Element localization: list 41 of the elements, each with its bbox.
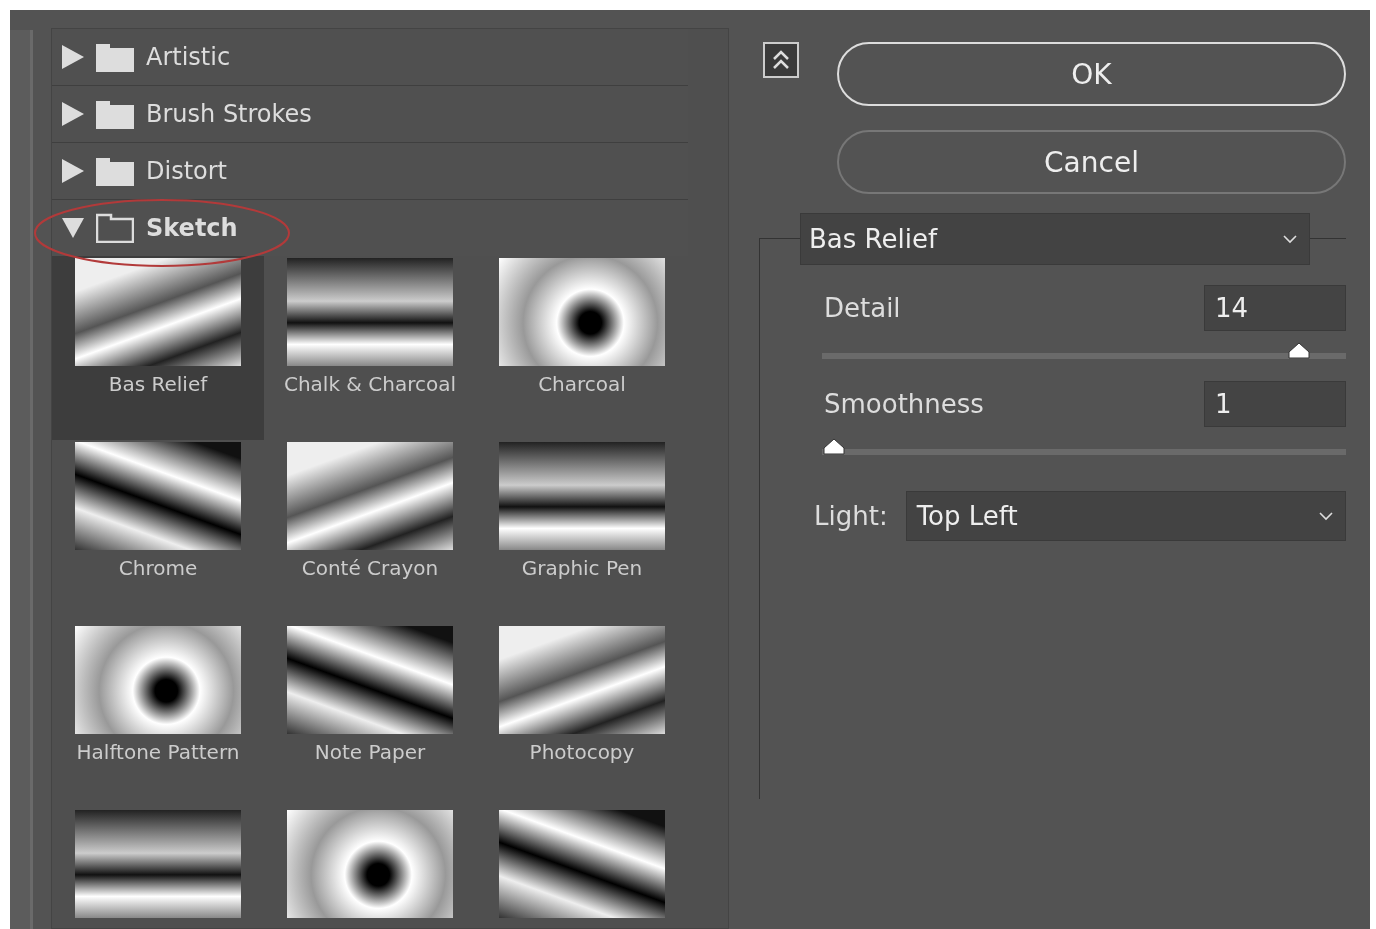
triangle-down-icon [62, 216, 84, 240]
triangle-right-icon [62, 45, 84, 69]
light-label: Light: [814, 501, 888, 531]
light-dropdown[interactable]: Top Left [905, 491, 1346, 541]
filter-label: Chalk & Charcoal [283, 372, 457, 396]
filter-label: Graphic Pen [521, 556, 643, 580]
triangle-right-icon [62, 102, 84, 126]
chevron-down-icon [1283, 234, 1297, 244]
folder-icon [96, 213, 134, 243]
filter-thumbnail-item[interactable]: Conté Crayon [264, 440, 476, 624]
filter-label: Charcoal [538, 372, 626, 396]
filter-thumbnail-item[interactable]: Chrome [52, 440, 264, 624]
ok-button[interactable]: OK [837, 42, 1346, 106]
filter-label: Chrome [118, 556, 198, 580]
filter-label: Bas Relief [108, 372, 208, 396]
collapse-button[interactable] [763, 42, 799, 78]
filter-thumbnail-item[interactable]: Halftone Pattern [52, 624, 264, 808]
parameter-label: Smoothness [824, 389, 984, 419]
filter-thumbnail-item[interactable]: Note Paper [264, 624, 476, 808]
slider-thumb[interactable] [822, 437, 846, 455]
filter-thumbnail-item[interactable]: Bas Relief [52, 256, 264, 440]
scrollbar[interactable] [10, 30, 33, 929]
filter-label: Conté Crayon [301, 556, 439, 580]
filter-label: Halftone Pattern [76, 740, 240, 764]
filter-thumbnail-item[interactable]: Graphic Pen [476, 440, 688, 624]
slider-thumb[interactable] [1287, 341, 1311, 359]
value-field[interactable]: 14 [1204, 285, 1346, 331]
filter-label: Photocopy [529, 740, 635, 764]
folder-icon [96, 42, 134, 72]
triangle-right-icon [62, 159, 84, 183]
chevron-down-icon [1319, 511, 1333, 521]
filter-thumbnail-item[interactable]: Photocopy [476, 624, 688, 808]
filter-thumbnail-item[interactable]: Charcoal [476, 256, 688, 440]
filter-thumbnail-item[interactable]: Chalk & Charcoal [264, 256, 476, 440]
folder-icon [96, 99, 134, 129]
folder-icon [96, 156, 134, 186]
parameter-label: Detail [824, 293, 901, 323]
filter-dropdown[interactable]: Bas Relief [800, 213, 1310, 265]
value-field[interactable]: 1 [1204, 381, 1346, 427]
filter-label: Note Paper [314, 740, 426, 764]
cancel-button[interactable]: Cancel [837, 130, 1346, 194]
